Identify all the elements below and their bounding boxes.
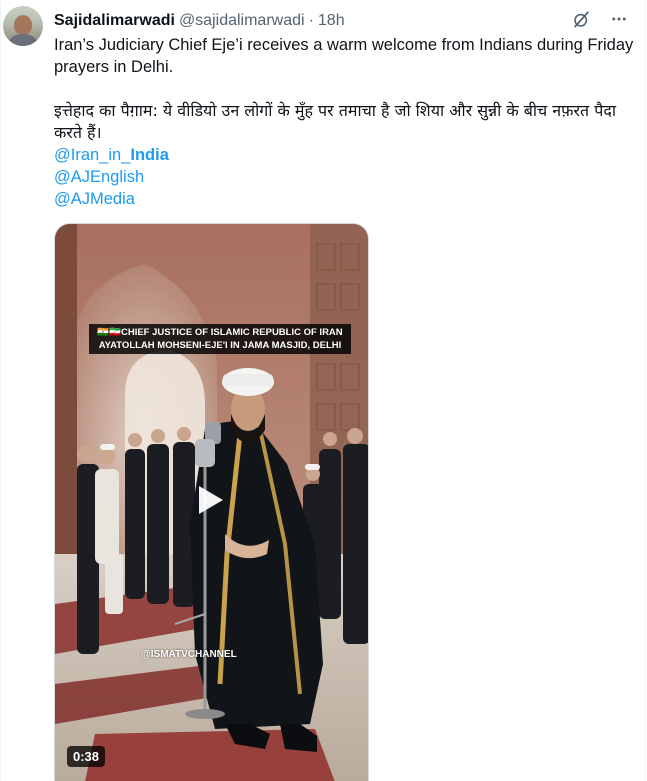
tweet-header: Sajidalimarwadi @sajidalimarwadi · 18h [54,10,634,32]
tweet-card[interactable]: Sajidalimarwadi @sajidalimarwadi · 18h I… [0,0,645,781]
video-caption-overlay: 🇮🇳🇮🇷CHIEF JUSTICE OF ISLAMIC REPUBLIC OF… [89,324,351,354]
video-duration-badge: 0:38 [67,746,106,767]
video-watermark: @ISMATVCHANNEL [141,649,237,660]
mention-ajenglish[interactable]: @AJEnglish [54,166,634,188]
tweet-text-hindi: इत्तेहाद का पैग़ाम: ये वीडियो उन लोगों क… [54,101,616,142]
play-button[interactable] [188,478,232,522]
mention-iran-in-india[interactable]: @Iran_in_India [54,144,634,166]
caption-line-1: 🇮🇳🇮🇷CHIEF JUSTICE OF ISLAMIC REPUBLIC OF… [97,327,343,338]
mention-ajmedia[interactable]: @AJMedia [54,188,634,210]
separator-dot: · [308,12,314,29]
avatar-shirt [7,34,39,46]
user-handle[interactable]: @sajidalimarwadi [179,12,305,30]
play-icon [199,486,223,514]
timestamp[interactable]: 18h [318,12,345,30]
avatar[interactable] [3,6,43,46]
grok-icon[interactable] [570,8,592,30]
tweet-text-english: Iran’s Judiciary Chief Eje’i receives a … [54,36,634,76]
tweet-text: Iran’s Judiciary Chief Eje’i receives a … [54,34,634,210]
more-icon[interactable] [608,8,630,30]
header-actions [570,8,630,30]
avatar-face [14,15,32,35]
display-name[interactable]: Sajidalimarwadi [54,12,175,30]
video-player[interactable]: 🇮🇳🇮🇷CHIEF JUSTICE OF ISLAMIC REPUBLIC OF… [54,223,369,781]
caption-line-2: AYATOLLAH MOHSENI-EJE'I IN JAMA MASJID, … [98,340,342,351]
